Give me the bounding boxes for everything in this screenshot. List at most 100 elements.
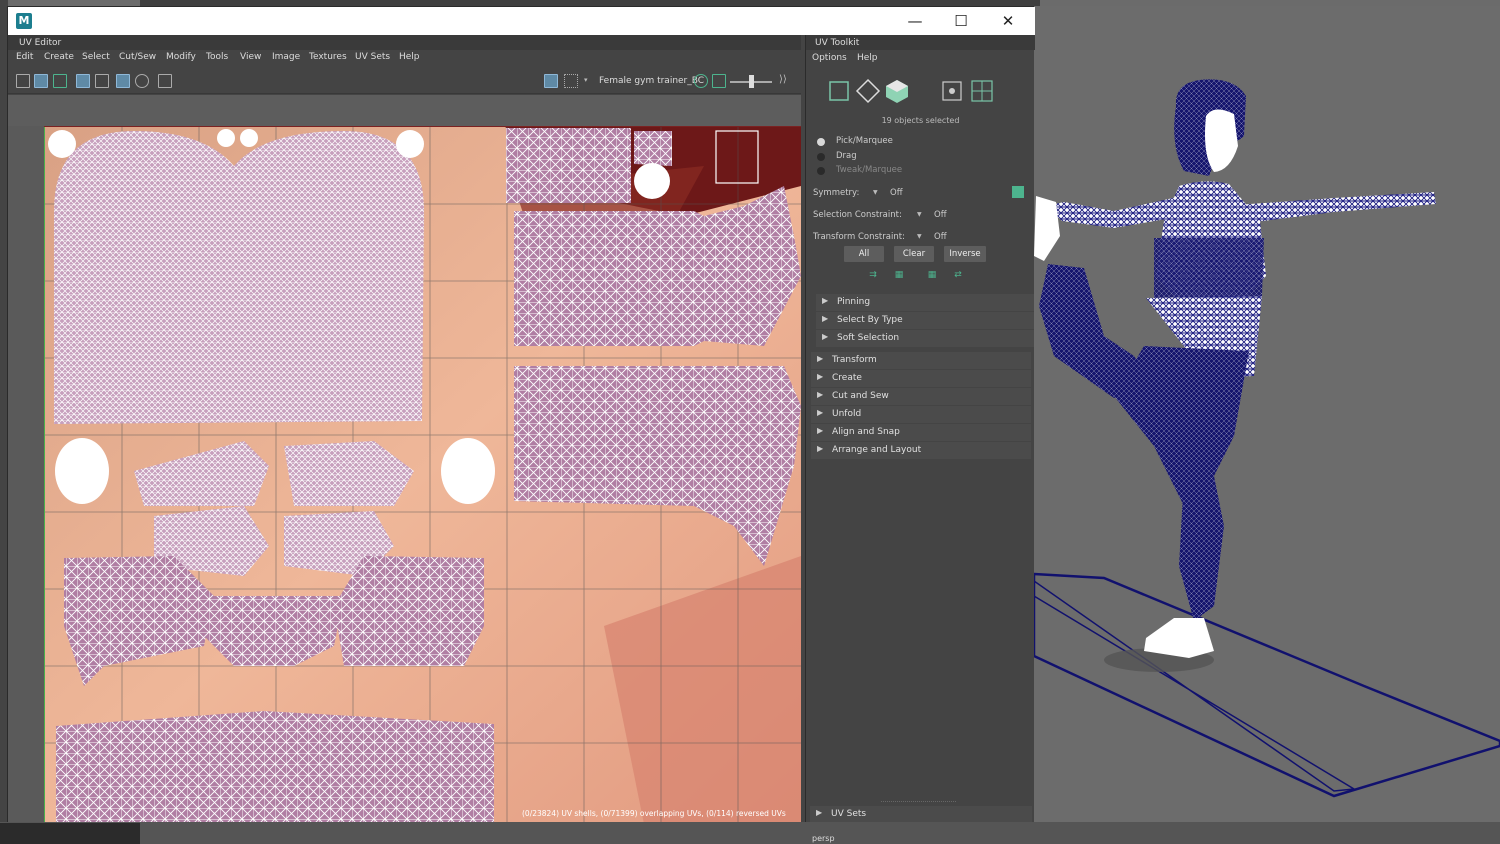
menu-tools[interactable]: Tools xyxy=(206,52,228,62)
chevron-right-icon: ▶ xyxy=(822,296,829,305)
selection-constraint-row: Selection Constraint: ▼ Off xyxy=(813,210,947,220)
bottom-left-panel xyxy=(0,823,140,844)
menu-image[interactable]: Image xyxy=(272,52,300,62)
uv-status-text: (0/23824) UV shells, (0/71399) overlappi… xyxy=(522,809,786,818)
expand-icon[interactable]: ⟩⟩ xyxy=(779,74,787,85)
chevron-right-icon: ▶ xyxy=(817,372,824,381)
toolkit-menu-help[interactable]: Help xyxy=(857,53,878,63)
select-all-button[interactable]: All xyxy=(844,246,884,262)
symmetry-settings-icon[interactable] xyxy=(1012,186,1024,198)
uv-toolkit-panel: UV Toolkit Options Help 19 objects selec… xyxy=(805,35,1035,824)
menu-create[interactable]: Create xyxy=(44,52,74,62)
maximize-button[interactable]: ☐ xyxy=(938,7,984,35)
section-pinning[interactable]: ▶ Pinning xyxy=(816,294,1034,311)
menu-help[interactable]: Help xyxy=(399,52,420,62)
objects-selected-label: 19 objects selected xyxy=(881,116,960,125)
menu-cut-sew[interactable]: Cut/Sew xyxy=(119,52,156,62)
chevron-right-icon: ▶ xyxy=(822,332,829,341)
transform-constraint-dropdown[interactable]: Off xyxy=(934,232,947,242)
uv-editor-window: M — ☐ ✕ UV Editor Edit Create Select Cut… xyxy=(7,6,1035,824)
section-cut-and-sew[interactable]: ▶ Cut and Sew xyxy=(811,388,1031,405)
selection-constraint-dropdown[interactable]: Off xyxy=(934,210,947,220)
menu-textures[interactable]: Textures xyxy=(309,52,347,62)
image-icon[interactable] xyxy=(712,74,726,88)
section-select-by-type[interactable]: ▶ Select By Type xyxy=(816,312,1034,329)
edge-select-mode-icon[interactable] xyxy=(855,78,881,104)
chevron-right-icon: ▶ xyxy=(817,444,824,453)
symmetry-dropdown[interactable]: Off xyxy=(890,188,903,198)
image-display-icon[interactable] xyxy=(544,74,558,88)
select-shell-border-icon[interactable] xyxy=(939,78,965,104)
pixel-snap-icon[interactable] xyxy=(95,74,109,88)
grid-toggle-icon[interactable] xyxy=(16,74,30,88)
uv-toolkit-title: UV Toolkit xyxy=(806,35,1035,50)
exposure-slider-handle[interactable] xyxy=(749,75,754,88)
menu-view[interactable]: View xyxy=(240,52,261,62)
shrink-selection-icon[interactable]: ⇉ xyxy=(866,270,880,281)
chevron-right-icon: ▶ xyxy=(816,808,823,817)
menu-uv-sets[interactable]: UV Sets xyxy=(355,52,390,62)
shell-select-mode-icon[interactable] xyxy=(884,78,910,104)
minimize-button[interactable]: — xyxy=(892,7,938,35)
toolkit-menu-options[interactable]: Options xyxy=(812,53,847,63)
shaded-uv-icon[interactable] xyxy=(34,74,48,88)
section-soft-selection[interactable]: ▶ Soft Selection xyxy=(816,330,1034,347)
uv-shell-head[interactable] xyxy=(54,131,424,424)
inverse-selection-button[interactable]: Inverse xyxy=(944,246,986,262)
uv-ruler xyxy=(8,95,801,126)
section-unfold[interactable]: ▶ Unfold xyxy=(811,406,1031,423)
menu-edit[interactable]: Edit xyxy=(16,52,33,62)
radio-selected-icon[interactable] xyxy=(817,138,825,146)
snapshot-camera-icon[interactable] xyxy=(158,74,172,88)
section-arrange-and-layout[interactable]: ▶ Arrange and Layout xyxy=(811,442,1031,459)
refresh-icon[interactable] xyxy=(694,74,708,88)
window-titlebar: M — ☐ ✕ xyxy=(8,7,1035,35)
mat-outline xyxy=(1032,572,1500,798)
distortion-icon[interactable] xyxy=(53,74,67,88)
chevron-right-icon: ▶ xyxy=(817,408,824,417)
image-name-label[interactable]: Female gym trainer_BC xyxy=(599,76,704,86)
section-transform[interactable]: ▶ Transform xyxy=(811,352,1031,369)
perspective-viewport[interactable] xyxy=(1032,6,1500,822)
chevron-right-icon: ▶ xyxy=(817,390,824,399)
uv-editor-title: UV Editor xyxy=(8,35,801,50)
uv-shell-top[interactable] xyxy=(506,128,631,203)
texture-borders-icon[interactable] xyxy=(76,74,90,88)
dim-image-icon[interactable] xyxy=(135,74,149,88)
chevron-right-icon: ▶ xyxy=(817,426,824,435)
transform-constraint-row: Transform Constraint: ▼ Off xyxy=(813,232,947,242)
checker-icon[interactable] xyxy=(116,74,130,88)
grow-selection-icon[interactable]: ▦ xyxy=(892,270,906,281)
chevron-down-icon[interactable]: ▼ xyxy=(873,189,878,196)
section-create[interactable]: ▶ Create xyxy=(811,370,1031,387)
camera-label: persp xyxy=(812,834,835,843)
chevron-down-icon[interactable]: ▼ xyxy=(917,233,922,240)
grid-shell-icon[interactable] xyxy=(969,78,995,104)
close-button[interactable]: ✕ xyxy=(985,7,1031,35)
section-align-and-snap[interactable]: ▶ Align and Snap xyxy=(811,424,1031,441)
menu-modify[interactable]: Modify xyxy=(166,52,196,62)
chevron-down-icon[interactable]: ▼ xyxy=(917,211,922,218)
clear-selection-button[interactable]: Clear xyxy=(894,246,934,262)
section-uv-sets[interactable]: ▶ UV Sets xyxy=(810,806,1032,823)
border-selection-icon[interactable]: ⇄ xyxy=(951,270,965,281)
chevron-right-icon: ▶ xyxy=(817,354,824,363)
chevron-right-icon: ▶ xyxy=(822,314,829,323)
radio-icon[interactable] xyxy=(817,153,825,161)
panel-divider xyxy=(881,801,956,802)
uv-viewport[interactable]: (0/23824) UV shells, (0/71399) overlappi… xyxy=(8,95,801,824)
maya-workspace: M — ☐ ✕ UV Editor Edit Create Select Cut… xyxy=(0,0,1500,844)
viewport-bottom-bar xyxy=(0,822,1500,844)
uv-shell-legs[interactable] xyxy=(56,711,494,824)
uv-texture-canvas[interactable]: (0/23824) UV shells, (0/71399) overlappi… xyxy=(44,126,801,824)
symmetry-row: Symmetry: ▼ Off xyxy=(813,185,1028,201)
shell-selection-icon[interactable]: ▦ xyxy=(925,270,939,281)
menu-select[interactable]: Select xyxy=(82,52,110,62)
uv-editor-menubar: Edit Create Select Cut/Sew Modify Tools … xyxy=(8,50,801,66)
chevron-down-icon[interactable]: ▾ xyxy=(584,76,588,84)
radio-icon xyxy=(817,167,825,175)
uv-select-mode-icon[interactable] xyxy=(826,78,852,104)
uv-editor-toolbar: ▾ Female gym trainer_BC ⟩⟩ xyxy=(8,68,801,94)
checker-pattern-icon[interactable] xyxy=(564,74,578,88)
uv-editor-panel: UV Editor Edit Create Select Cut/Sew Mod… xyxy=(8,35,801,824)
